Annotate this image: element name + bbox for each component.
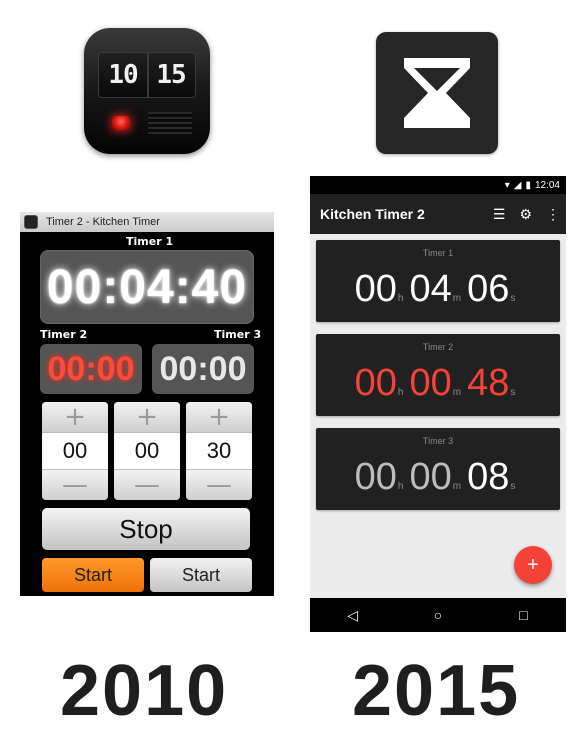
minutes-unit: m <box>452 293 462 304</box>
timer3-hours: 00 <box>354 456 397 498</box>
timer2-label: Timer 2 <box>40 328 88 341</box>
app-title: Kitchen Timer 2 <box>320 206 425 222</box>
new-app-icon <box>376 32 498 154</box>
home-icon[interactable]: ○ <box>418 607 458 623</box>
wifi-icon: ▾ <box>504 179 510 191</box>
timer2-card[interactable]: Timer 2 00 h 00 m 48 s <box>316 334 560 416</box>
gear-icon[interactable]: ⚙ <box>519 206 532 223</box>
timer3-seconds: 08 <box>467 456 510 498</box>
start-button[interactable]: Start <box>150 558 252 592</box>
timer1-label: Timer 1 <box>126 235 174 248</box>
timer1-minutes: 04 <box>409 268 452 310</box>
seconds-value: 30 <box>186 432 252 470</box>
overflow-menu-icon[interactable]: ⋮ <box>546 206 560 223</box>
alarm-light-icon <box>112 116 130 130</box>
timer3-card-label: Timer 3 <box>422 436 454 446</box>
speaker-grille-icon <box>148 112 192 136</box>
old-window-title: Timer 2 - Kitchen Timer <box>46 216 160 228</box>
timer2-hours: 00 <box>354 362 397 404</box>
flip-hours: 10 <box>108 60 138 90</box>
minutes-value: 00 <box>114 432 180 470</box>
hours-unit: h <box>397 293 404 304</box>
minutes-increment-button[interactable]: + <box>114 402 180 432</box>
hours-stepper: + 00 — <box>42 402 108 500</box>
timer2-minutes: 00 <box>409 362 452 404</box>
navigation-bar: ◁ ○ □ <box>310 598 566 632</box>
timer1-card[interactable]: Timer 1 00 h 04 m 06 s <box>316 240 560 322</box>
seconds-decrement-button[interactable]: — <box>186 470 252 500</box>
seconds-stepper: + 30 — <box>186 402 252 500</box>
timer1-seconds: 06 <box>467 268 510 310</box>
hours-unit: h <box>397 481 404 492</box>
status-time: 12:04 <box>534 179 560 191</box>
flip-clock-icon: 10 15 <box>98 52 196 98</box>
timer1-hours: 00 <box>354 268 397 310</box>
seconds-increment-button[interactable]: + <box>186 402 252 432</box>
app-small-icon <box>24 215 38 229</box>
hours-decrement-button[interactable]: — <box>42 470 108 500</box>
add-timer-button[interactable]: + <box>514 546 552 584</box>
timer3-label: Timer 3 <box>214 328 262 341</box>
timer2-seconds: 48 <box>467 362 510 404</box>
minutes-stepper: + 00 — <box>114 402 180 500</box>
seconds-unit: s <box>510 387 516 398</box>
year-label-left: 2010 <box>60 651 229 731</box>
signal-icon: ◢ <box>513 179 522 191</box>
status-bar: ▾ ◢ ▮ 12:04 <box>310 176 566 194</box>
year-label-right: 2015 <box>352 651 521 731</box>
minutes-unit: m <box>452 481 462 492</box>
start-button-active[interactable]: Start <box>42 558 144 592</box>
old-app-screenshot: Timer 2 - Kitchen Timer Timer 1 00:04:40… <box>20 212 274 596</box>
seconds-unit: s <box>510 293 516 304</box>
timer1-card-label: Timer 1 <box>422 248 454 258</box>
hourglass-icon <box>404 58 470 128</box>
timer2-card-label: Timer 2 <box>422 342 454 352</box>
old-window-titlebar: Timer 2 - Kitchen Timer <box>20 212 274 232</box>
hours-increment-button[interactable]: + <box>42 402 108 432</box>
timer3-card[interactable]: Timer 3 00 h 00 m 08 s <box>316 428 560 510</box>
timer1-display[interactable]: 00:04:40 <box>40 250 254 324</box>
timer2-display[interactable]: 00:00 <box>40 344 142 394</box>
minutes-decrement-button[interactable]: — <box>114 470 180 500</box>
stop-button[interactable]: Stop <box>42 508 250 550</box>
new-app-screenshot: ▾ ◢ ▮ 12:04 Kitchen Timer 2 ☰ ⚙ ⋮ Timer … <box>310 176 566 632</box>
old-app-icon: 10 15 <box>84 28 210 154</box>
battery-icon: ▮ <box>525 179 531 191</box>
recents-icon[interactable]: □ <box>503 607 543 623</box>
minutes-unit: m <box>452 387 462 398</box>
flip-minutes: 15 <box>156 60 186 90</box>
timer3-display[interactable]: 00:00 <box>152 344 254 394</box>
app-bar: Kitchen Timer 2 ☰ ⚙ ⋮ <box>310 194 566 234</box>
seconds-unit: s <box>510 481 516 492</box>
hours-unit: h <box>397 387 404 398</box>
hours-value: 00 <box>42 432 108 470</box>
back-icon[interactable]: ◁ <box>333 607 373 624</box>
list-icon[interactable]: ☰ <box>493 206 506 223</box>
timer3-minutes: 00 <box>409 456 452 498</box>
